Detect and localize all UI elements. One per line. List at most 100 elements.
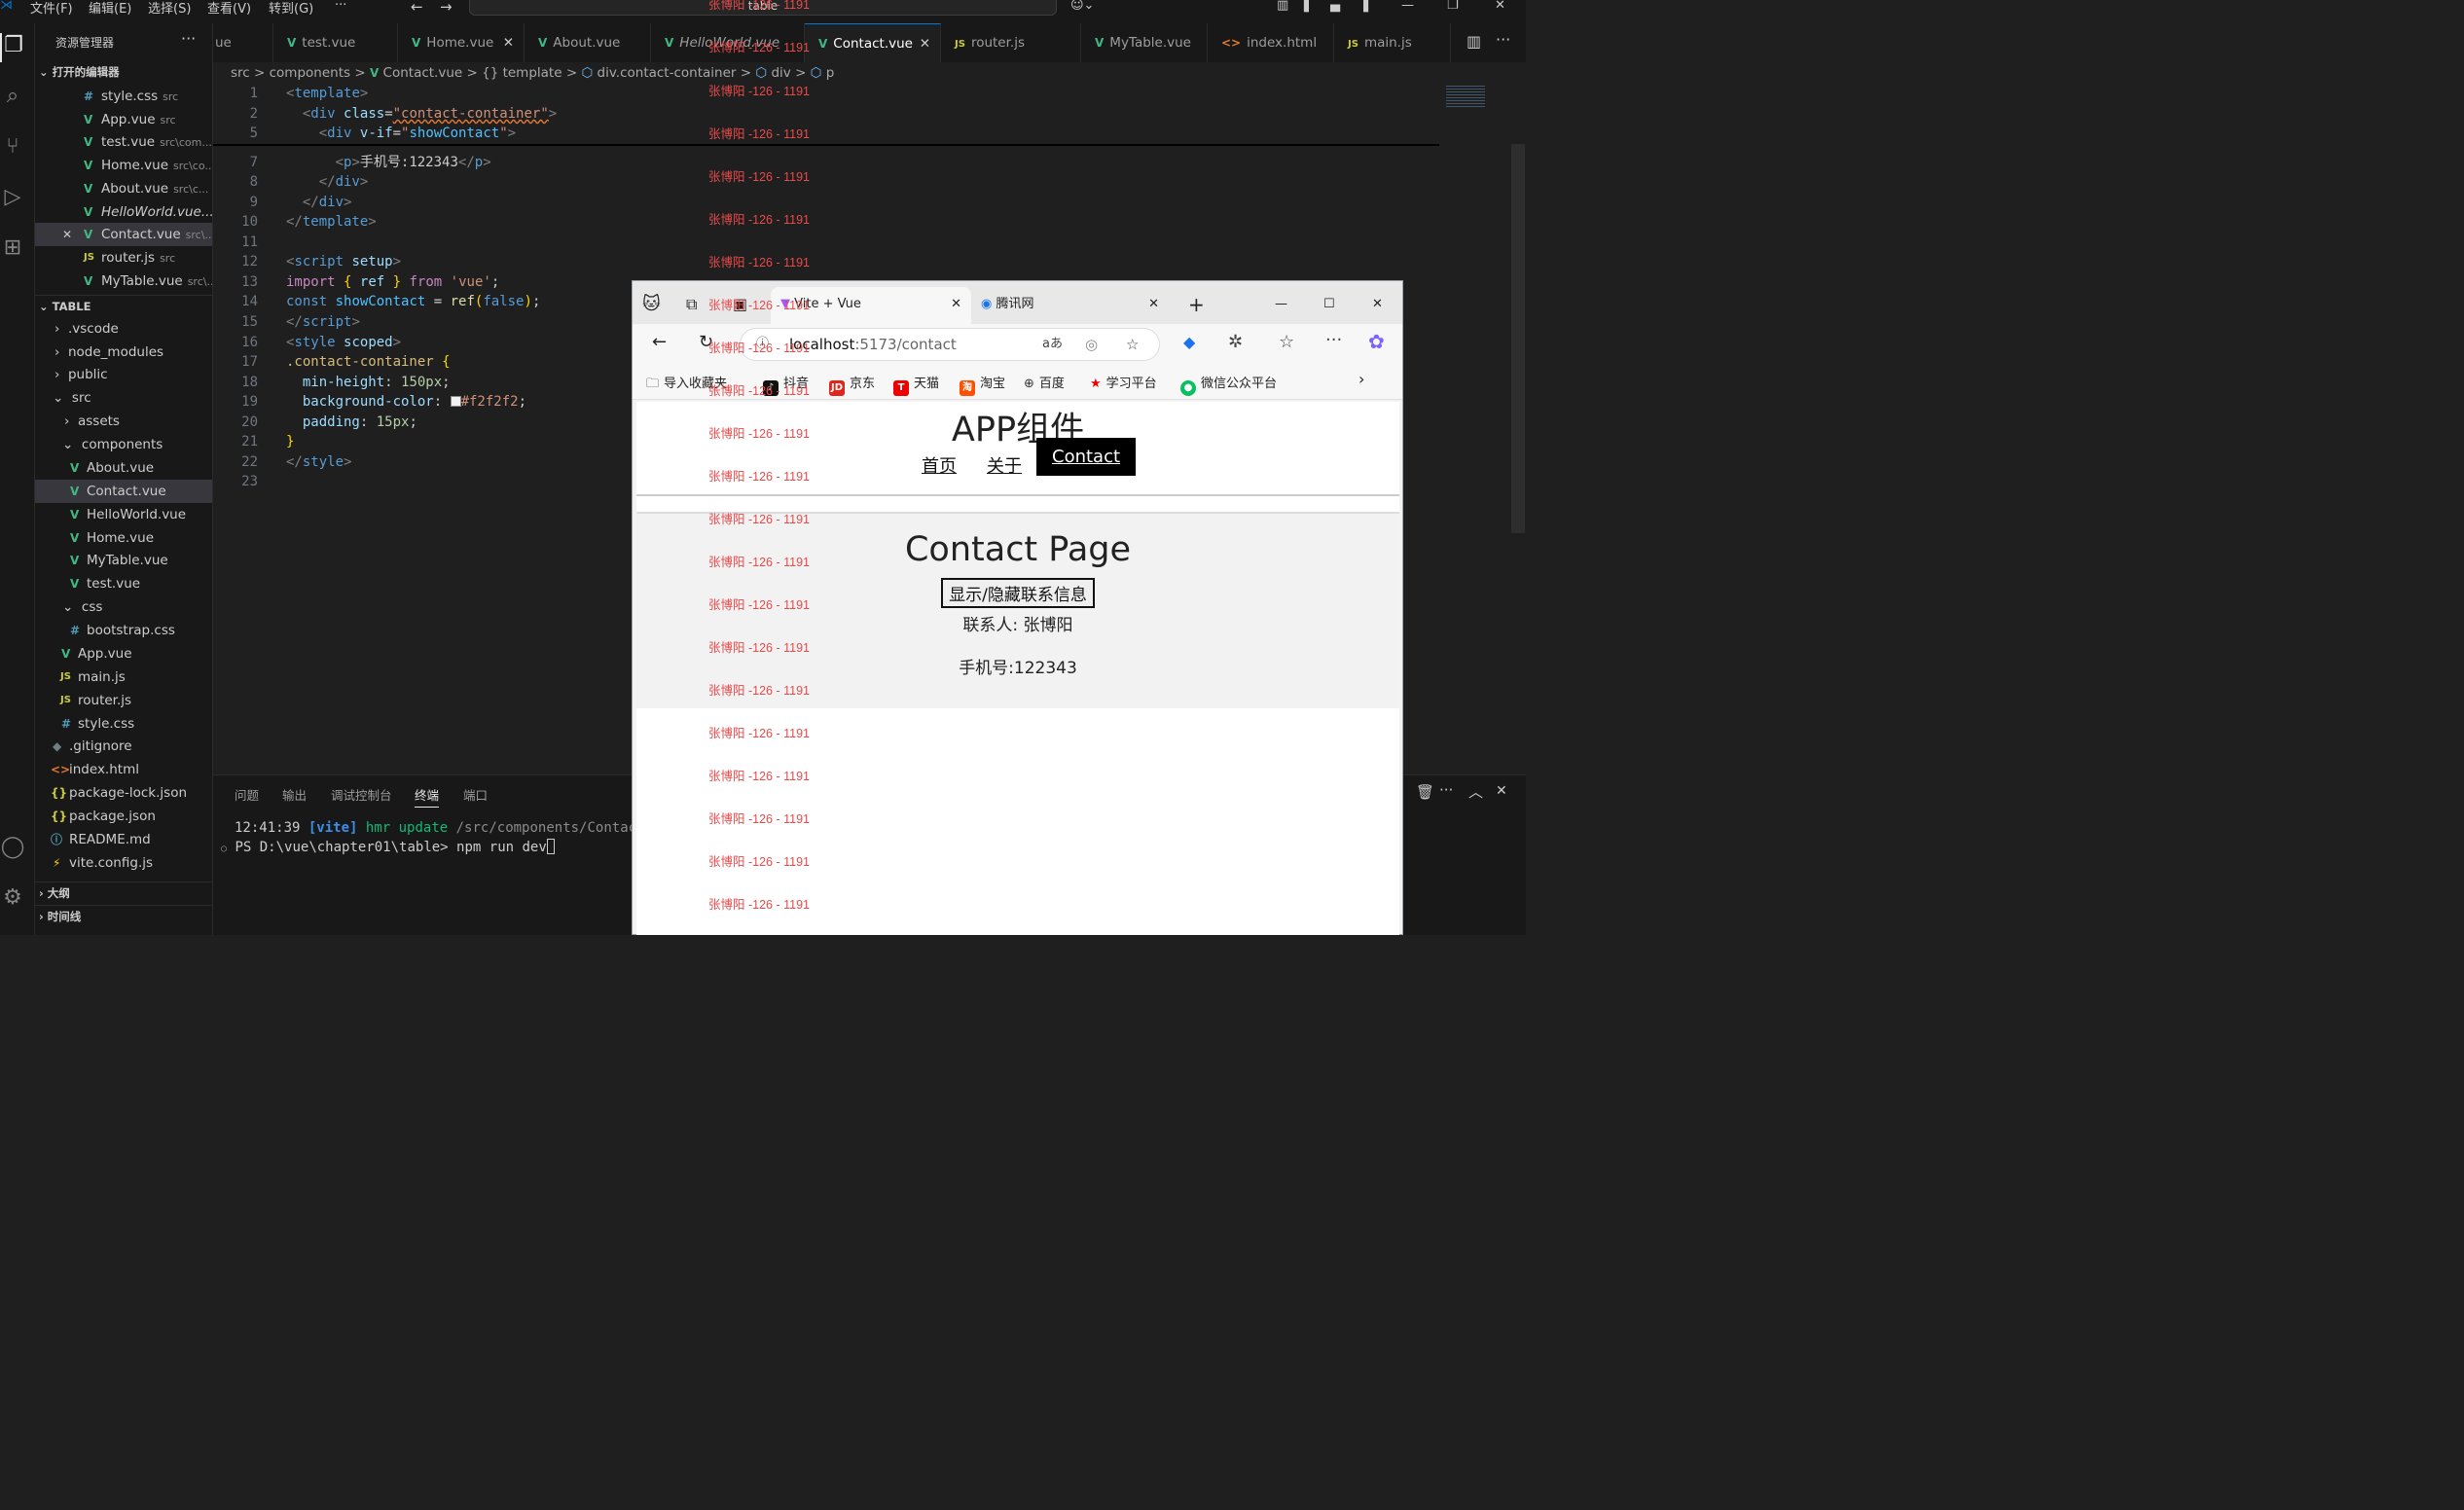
forward-arrow-icon[interactable]: → [440,0,453,16]
tree-file[interactable]: ⚡ vite.config.js [35,851,212,875]
toggle-panel-icon[interactable]: ▄ [1330,0,1340,13]
open-editor-item-active[interactable]: ✕ V Contact.vue src\... [35,223,212,246]
fav-wechat[interactable]: ● 微信公众平台 [1180,373,1277,396]
fav-tmall[interactable]: T 天猫 [893,373,939,396]
open-editor-item[interactable]: # style.css src [35,85,212,108]
close-tab-icon[interactable]: ✕ [1148,287,1159,322]
tree-file[interactable]: {} package-lock.json [35,781,212,805]
tree-file[interactable]: ◆ .gitignore [35,735,212,758]
new-tab-icon[interactable]: + [1188,287,1205,324]
tree-file[interactable]: V HelloWorld.vue [35,503,212,526]
more-actions-icon[interactable]: ··· [1496,30,1510,49]
restore-icon[interactable]: ❐ [1447,0,1459,13]
tab-test-vue[interactable]: Vtest.vue [273,23,398,62]
account-icon[interactable]: ◯ [0,835,25,864]
crumb-div[interactable]: div [771,65,790,81]
tab-ports[interactable]: 端口 [463,785,488,804]
read-aloud-icon[interactable]: aあ [1042,329,1063,360]
browser-maximize-icon[interactable]: ☐ [1323,287,1335,324]
tab-home-vue[interactable]: V Home.vue ✕ [398,23,525,62]
back-arrow-icon[interactable]: ← [411,0,423,16]
crumb-container[interactable]: div.contact-container [598,65,737,81]
tree-file[interactable]: # bootstrap.css [35,619,212,642]
tree-file[interactable]: {} package.json [35,805,212,828]
close-icon[interactable]: ✕ [62,223,72,246]
close-tab-icon[interactable]: ✕ [951,287,961,322]
nav-contact-link[interactable]: Contact [1036,438,1137,476]
menu-edit[interactable]: 编辑(E) [89,0,131,17]
layout-icon[interactable]: ▥ [1277,0,1288,13]
editor-scrollbar[interactable] [1511,144,1525,533]
timeline-header[interactable]: › 时间线 [35,905,212,926]
tree-file[interactable]: JS router.js [35,689,212,712]
app-available-icon[interactable]: ◎ [1085,329,1098,360]
menu-go[interactable]: 转到(G) [269,0,313,17]
tab-mytable-vue[interactable]: V MyTable.vue [1081,23,1208,62]
tree-folder[interactable]: ⌄ components [35,433,212,456]
crumb-components[interactable]: components [270,65,350,81]
tab-partial[interactable]: ue [213,23,273,62]
menu-more[interactable]: ··· [335,0,346,13]
tree-folder[interactable]: ⌄ src [35,386,212,410]
settings-gear-icon[interactable]: ⚙ [0,885,25,915]
back-icon[interactable]: ← [652,332,667,352]
crumb-file[interactable]: Contact.vue [383,65,463,81]
run-debug-icon[interactable]: ▷ [0,185,25,214]
open-editor-item[interactable]: V App.vue src [35,108,212,131]
source-control-icon[interactable]: ⑂ [0,134,25,163]
close-icon[interactable]: ✕ [920,24,930,63]
favorite-star-icon[interactable]: ☆ [1126,329,1139,360]
nav-about-link[interactable]: 关于 [987,452,1022,478]
favorites-icon[interactable]: ☆ [1279,332,1294,352]
extensions-icon[interactable]: ⊞ [0,235,25,265]
tree-folder[interactable]: ⌄ css [35,595,212,619]
tree-file[interactable]: V MyTable.vue [35,549,212,572]
tree-file[interactable]: V About.vue [35,456,212,480]
toggle-secondary-icon[interactable]: ▐ [1359,0,1368,13]
panel-more-icon[interactable]: ··· [1439,781,1453,799]
tab-terminal[interactable]: 终端 [415,785,440,808]
fav-study[interactable]: ★ 学习平台 [1090,373,1157,391]
outline-header[interactable]: › 大纲 [35,881,212,903]
crumb-p[interactable]: p [826,65,835,81]
tree-folder[interactable]: › .vscode [35,317,212,341]
open-editor-item[interactable]: Vtest.vue src\com... [35,130,212,154]
tab-main-js[interactable]: JS main.js [1334,23,1451,62]
tab-index-html[interactable]: <> index.html [1208,23,1334,62]
tab-contact-vue[interactable]: V Contact.vue ✕ [805,23,941,62]
tab-about-vue[interactable]: V About.vue [525,23,651,62]
split-editor-icon[interactable]: ▥ [1467,32,1481,51]
fav-more-chevron-icon[interactable]: › [1359,370,1364,388]
fav-jd[interactable]: JD 京东 [829,373,875,396]
open-editor-item[interactable]: JS router.js src [35,246,212,270]
open-editor-item[interactable]: V Home.vue src\co... [35,154,212,177]
tab-router-js[interactable]: JS router.js [941,23,1081,62]
open-editor-item[interactable]: V About.vue src\c... [35,177,212,200]
fav-baidu[interactable]: ⊕ 百度 [1024,373,1065,391]
tree-file-active[interactable]: V Contact.vue [35,480,212,503]
maximize-panel-icon[interactable]: ︿ [1468,781,1483,802]
extensions-puzzle-icon[interactable]: ✲ [1228,332,1243,352]
profile-avatar-icon[interactable]: 🐱 [642,287,661,324]
copilot-icon[interactable]: ✿ [1368,330,1385,353]
tree-file[interactable]: <> index.html [35,758,212,781]
menu-file[interactable]: 文件(F) [30,0,73,17]
tree-file[interactable]: # style.css [35,712,212,736]
toggle-sidebar-icon[interactable]: ▌ [1304,0,1314,13]
workspaces-icon[interactable]: ⧉ [686,287,697,324]
open-editors-header[interactable]: ⌄ 打开的编辑器 [35,61,212,83]
tree-file[interactable]: JS main.js [35,665,212,689]
close-panel-icon[interactable]: ✕ [1496,783,1507,799]
browser-tab-qq[interactable]: ◉ 腾讯网 ✕ [975,287,1165,324]
menu-view[interactable]: 查看(V) [207,0,251,17]
project-header[interactable]: ⌄ TABLE [35,295,212,316]
copilot-icon[interactable]: ☺⌄ [1070,0,1094,13]
tree-file[interactable]: ⓘ README.md [35,828,212,851]
open-editor-item[interactable]: V HelloWorld.vue... [35,200,212,224]
open-editor-item[interactable]: VMyTable.vuesrc\... [35,270,212,293]
crumb-template[interactable]: {} template [482,65,562,81]
explorer-icon[interactable]: ❐ [0,33,25,62]
tree-folder[interactable]: › node_modules [35,341,212,364]
minimap[interactable] [1446,86,1485,109]
tree-folder[interactable]: › public [35,363,212,386]
